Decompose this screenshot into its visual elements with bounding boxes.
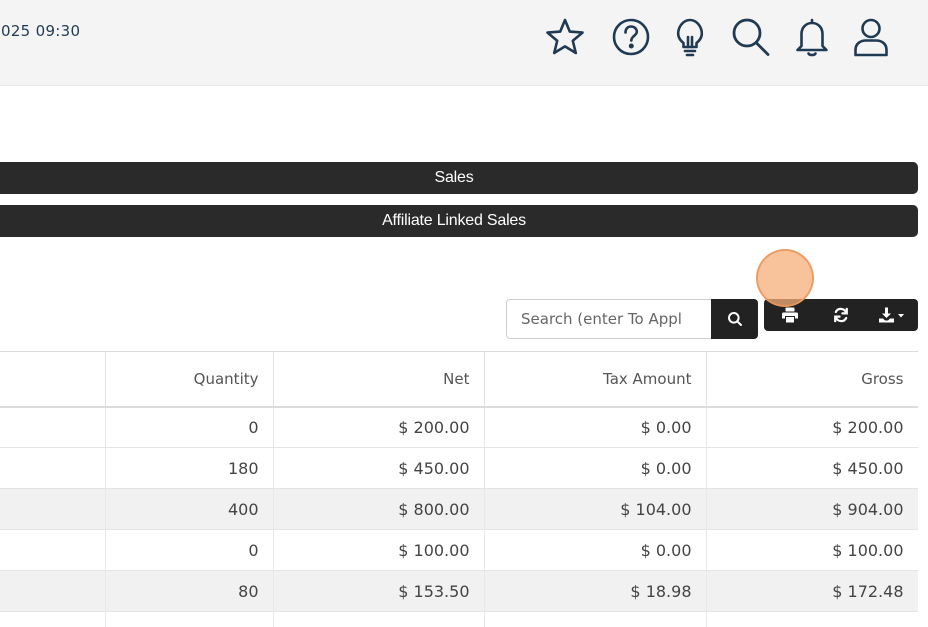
refresh-icon — [834, 307, 848, 323]
print-icon — [781, 307, 798, 323]
affiliate-section-label: Affiliate Linked Sales — [382, 212, 526, 229]
affiliate-sales-section-bar[interactable]: Affiliate Linked Sales — [0, 205, 918, 237]
search-button[interactable] — [711, 299, 758, 339]
column-header-tax-amount[interactable]: Tax Amount — [484, 351, 707, 408]
table-header-row: Quantity Net Tax Amount Gross — [0, 351, 918, 408]
cell-quantity: 400 — [105, 488, 274, 530]
search-input[interactable] — [506, 299, 711, 339]
star-icon[interactable] — [542, 14, 588, 60]
sales-section-label: Sales — [434, 169, 474, 186]
cell-name — [0, 570, 106, 612]
cell-name — [0, 406, 106, 448]
header-datetime: 025 09:30 — [1, 22, 81, 40]
cell-gross: $ 904.00 — [706, 488, 918, 530]
sales-table-container: Quantity Net Tax Amount Gross 0 $ 200.00… — [0, 351, 918, 627]
cell-quantity: 80 — [105, 570, 274, 612]
top-header: 025 09:30 — [0, 0, 928, 86]
cell-quantity: 0 — [105, 529, 274, 571]
cell-gross: $ 172.48 — [706, 570, 918, 612]
cell-net — [273, 611, 485, 627]
user-icon[interactable] — [848, 14, 894, 60]
search-button-icon — [727, 312, 742, 326]
cell-tax: $ 18.98 — [484, 570, 707, 612]
cell-name — [0, 447, 106, 489]
cell-gross: $ 100.00 — [706, 529, 918, 571]
cell-gross — [706, 611, 918, 627]
download-icon — [879, 307, 905, 323]
refresh-button[interactable] — [815, 299, 866, 331]
cell-net: $ 450.00 — [273, 447, 485, 489]
table-row[interactable]: 0 $ 200.00 $ 0.00 $ 200.00 — [0, 406, 918, 448]
cell-tax: $ 0.00 — [484, 529, 707, 571]
table-row[interactable]: 0 $ 100.00 $ 0.00 $ 100.00 — [0, 529, 918, 571]
cell-tax: $ 0.00 — [484, 406, 707, 448]
help-icon[interactable] — [608, 14, 654, 60]
table-row[interactable]: 400 $ 800.00 $ 104.00 $ 904.00 — [0, 488, 918, 530]
table-search — [506, 299, 758, 339]
search-icon[interactable] — [727, 14, 773, 60]
cell-tax — [484, 611, 707, 627]
table-row[interactable]: 180 $ 450.00 $ 0.00 $ 450.00 — [0, 447, 918, 489]
cell-gross: $ 450.00 — [706, 447, 918, 489]
bell-icon[interactable] — [789, 14, 835, 60]
print-button[interactable] — [764, 299, 815, 331]
cell-tax: $ 104.00 — [484, 488, 707, 530]
lightbulb-icon[interactable] — [667, 14, 713, 60]
cell-tax: $ 0.00 — [484, 447, 707, 489]
cell-name — [0, 529, 106, 571]
column-header-name[interactable] — [0, 351, 106, 408]
sales-section-bar[interactable]: Sales — [0, 162, 918, 194]
table-row[interactable]: 80 $ 153.50 $ 18.98 $ 172.48 — [0, 570, 918, 612]
cell-net: $ 800.00 — [273, 488, 485, 530]
page: 025 09:30 Sales Affiliate Linked Sales S… — [0, 0, 928, 627]
cell-quantity: 180 — [105, 447, 274, 489]
table-row[interactable] — [0, 611, 918, 627]
column-header-net[interactable]: Net — [273, 351, 485, 408]
column-header-quantity[interactable]: Quantity — [105, 351, 274, 408]
cell-name — [0, 488, 106, 530]
cell-name — [0, 611, 106, 627]
cell-quantity — [105, 611, 274, 627]
cell-quantity: 0 — [105, 406, 274, 448]
download-dropdown-button[interactable] — [867, 299, 918, 331]
table-action-buttons — [764, 299, 918, 331]
cell-net: $ 200.00 — [273, 406, 485, 448]
cell-gross: $ 200.00 — [706, 406, 918, 448]
column-header-gross[interactable]: Gross — [706, 351, 918, 408]
sales-table: Quantity Net Tax Amount Gross 0 $ 200.00… — [0, 351, 918, 627]
cell-net: $ 100.00 — [273, 529, 485, 571]
cell-net: $ 153.50 — [273, 570, 485, 612]
